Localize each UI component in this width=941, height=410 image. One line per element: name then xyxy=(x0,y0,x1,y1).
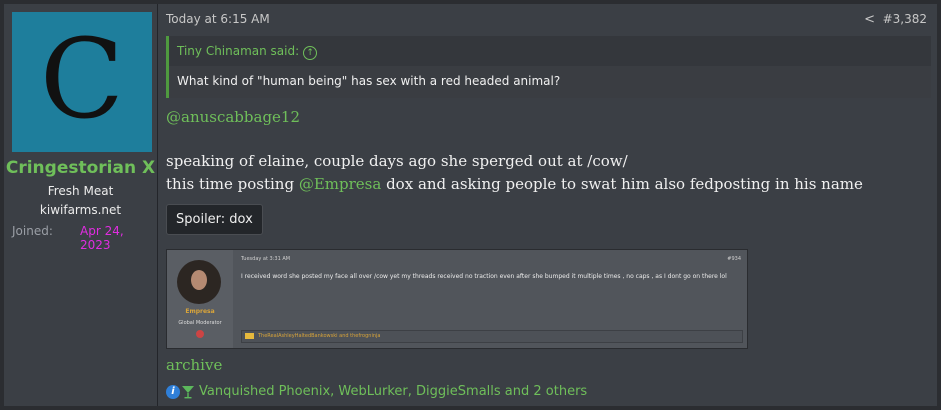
reactions-text[interactable]: Vanquished Phoenix, WebLurker, DiggieSma… xyxy=(199,384,587,399)
avatar[interactable]: C xyxy=(12,12,152,152)
embedded-role: Global Moderator xyxy=(178,320,222,326)
quote-author[interactable]: Tiny Chinaman said: xyxy=(177,44,299,58)
embedded-screenshot[interactable]: Empresa Global Moderator Tuesday at 3:31… xyxy=(166,249,748,349)
share-icon[interactable]: < xyxy=(864,12,875,27)
avatar-letter: C xyxy=(39,15,125,143)
embedded-reactions-text: TheRealAshleyHaltedBankowski and thefrog… xyxy=(258,333,381,339)
post-number[interactable]: #3,382 xyxy=(883,12,927,26)
user-site: kiwifarms.net xyxy=(39,203,122,217)
embedded-user-panel: Empresa Global Moderator xyxy=(167,250,233,348)
archive-link[interactable]: archive xyxy=(166,356,222,374)
empresa-mention-link[interactable]: @Empresa xyxy=(299,175,381,193)
arrow-up-icon[interactable]: ↑ xyxy=(303,46,318,60)
embedded-timestamp: Tuesday at 3:31 AM xyxy=(241,256,291,262)
mention-link[interactable]: @anuscabbage12 xyxy=(166,108,300,126)
quote-header[interactable]: Tiny Chinaman said: ↑ xyxy=(177,44,318,60)
user-title: Fresh Meat xyxy=(47,184,114,198)
reactions-bar[interactable]: i Vanquished Phoenix, WebLurker, DiggieS… xyxy=(166,384,587,399)
embedded-badge-icon xyxy=(196,330,204,338)
post-text-line-2-end: dox and asking people to swat him also f… xyxy=(381,175,863,193)
embedded-avatar xyxy=(177,260,221,304)
joined-date: Apr 24, 2023 xyxy=(80,224,124,252)
post-main: Today at 6:15 AM < #3,382 Tiny Chinaman … xyxy=(158,4,937,406)
informative-reaction-icon: i xyxy=(166,384,180,399)
joined-label: Joined: xyxy=(12,224,53,238)
quote-text: What kind of "human being" has sex with … xyxy=(177,74,561,88)
embedded-username: Empresa xyxy=(185,308,215,315)
embedded-reaction-icon xyxy=(245,333,254,339)
post-timestamp[interactable]: Today at 6:15 AM xyxy=(166,12,270,26)
embedded-post-number: #934 xyxy=(727,256,741,262)
post-text-line-2: this time posting @Empresa dox and askin… xyxy=(166,175,863,193)
post-text-line-1: speaking of elaine, couple days ago she … xyxy=(166,152,628,170)
quote-block: Tiny Chinaman said: ↑ What kind of "human… xyxy=(166,36,931,98)
post-container: C Cringestorian X Fresh Meat kiwifarms.n… xyxy=(0,0,941,410)
user-sidebar: C Cringestorian X Fresh Meat kiwifarms.n… xyxy=(4,4,158,406)
quote-body: What kind of "human being" has sex with … xyxy=(169,66,931,98)
spoiler-button[interactable]: Spoiler: dox xyxy=(166,204,263,235)
cocktail-reaction-icon xyxy=(182,385,194,398)
embedded-text: I received word she posted my face all o… xyxy=(241,273,727,280)
embedded-reactions: TheRealAshleyHaltedBankowski and thefrog… xyxy=(241,330,743,343)
post-text-line-2-start: this time posting xyxy=(166,175,299,193)
username-link[interactable]: Cringestorian X xyxy=(4,158,157,178)
